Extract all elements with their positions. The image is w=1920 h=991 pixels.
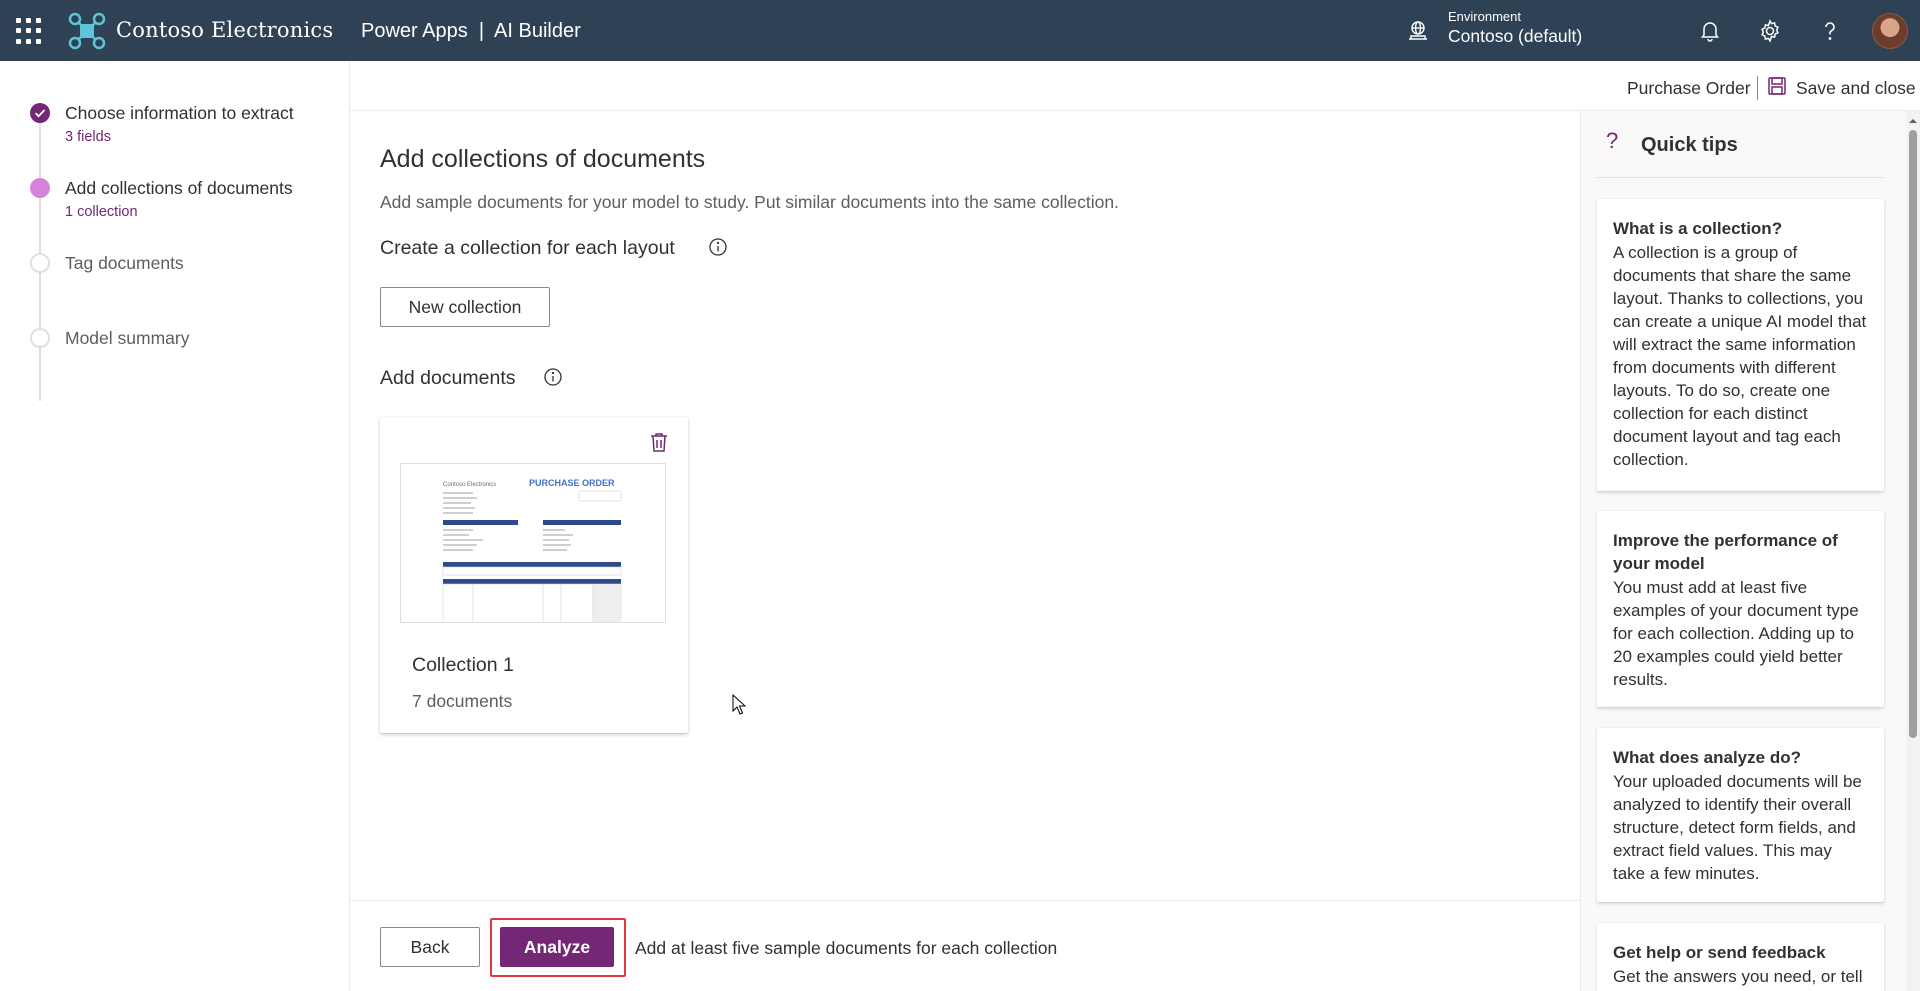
tip-card: Get help or send feedback Get the answer… (1597, 923, 1884, 991)
environment-label: Environment (1448, 9, 1521, 24)
contoso-logo-icon (68, 12, 106, 50)
environment-icon[interactable] (1406, 19, 1430, 43)
info-icon[interactable] (708, 237, 728, 257)
step-todo-dot-icon (30, 328, 50, 348)
tip-body: You must add at least five examples of y… (1613, 578, 1859, 689)
step-add-collections-sub: 1 collection (65, 204, 138, 220)
tip-card: What does analyze do? Your uploaded docu… (1597, 728, 1884, 902)
brand-name[interactable]: Contoso Electronics (116, 18, 333, 42)
create-collection-heading: Create a collection for each layout (380, 237, 675, 259)
page-description: Add sample documents for your model to s… (380, 192, 1119, 212)
mouse-cursor-icon (732, 694, 747, 715)
command-divider (1757, 76, 1758, 100)
tip-body: Your uploaded documents will be analyzed… (1613, 772, 1862, 883)
top-bar: Contoso Electronics Power Apps | AI Buil… (0, 0, 1920, 61)
analyze-button[interactable]: Analyze (500, 927, 614, 967)
thumbnail-heading: PURCHASE ORDER (529, 478, 615, 488)
tip-heading: Get help or send feedback (1613, 943, 1826, 962)
step-add-collections[interactable]: Add collections of documents (65, 178, 293, 199)
step-done-check-icon (30, 103, 50, 123)
footer-hint: Add at least five sample documents for e… (635, 938, 1058, 958)
question-icon: ? (1606, 128, 1619, 153)
scrollbar-thumb[interactable] (1909, 130, 1917, 738)
step-model-summary[interactable]: Model summary (65, 328, 189, 349)
environment-value[interactable]: Contoso (default) (1448, 26, 1582, 47)
page-title: Add collections of documents (380, 145, 706, 173)
new-collection-button[interactable]: New collection (380, 287, 550, 327)
tip-heading: What does analyze do? (1613, 748, 1801, 767)
step-tag-documents[interactable]: Tag documents (65, 253, 184, 274)
tip-card: Improve the performance of your model Yo… (1597, 511, 1884, 707)
delete-icon[interactable] (648, 431, 670, 453)
app-title[interactable]: Power Apps | AI Builder (361, 20, 581, 43)
help-icon[interactable] (1817, 18, 1843, 44)
model-name: Purchase Order (1627, 78, 1751, 98)
document-thumbnail: Contoso Electronics PURCHASE ORDER (400, 463, 666, 623)
collection-card[interactable]: Contoso Electronics PURCHASE ORDER Colle… (380, 417, 688, 733)
tip-heading: Improve the performance of your model (1613, 531, 1838, 573)
step-choose-information[interactable]: Choose information to extract (65, 103, 294, 124)
steps-panel (0, 61, 350, 991)
tip-card: What is a collection? A collection is a … (1597, 199, 1884, 491)
step-choose-information-sub: 3 fields (65, 129, 111, 145)
collection-name: Collection 1 (412, 654, 514, 676)
waffle-icon[interactable] (16, 18, 42, 44)
info-icon[interactable] (543, 367, 563, 387)
add-documents-heading: Add documents (380, 367, 516, 389)
back-button[interactable]: Back (380, 927, 480, 967)
user-avatar[interactable] (1872, 13, 1908, 49)
collection-count: 7 documents (412, 691, 513, 711)
tip-heading: What is a collection? (1613, 219, 1783, 238)
tip-body: A collection is a group of documents tha… (1613, 243, 1867, 469)
scroll-up-icon[interactable] (1908, 116, 1918, 126)
step-current-dot-icon (30, 178, 50, 198)
step-todo-dot-icon (30, 253, 50, 273)
save-and-close-button[interactable]: Save and close (1796, 78, 1916, 99)
gear-icon[interactable] (1757, 18, 1783, 44)
save-icon[interactable] (1767, 76, 1787, 96)
tips-divider (1596, 177, 1884, 178)
bell-icon[interactable] (1697, 18, 1723, 44)
quick-tips-title: Quick tips (1641, 134, 1738, 156)
tip-body: Get the answers you need, or tell (1613, 967, 1863, 986)
thumbnail-company: Contoso Electronics (443, 482, 496, 488)
